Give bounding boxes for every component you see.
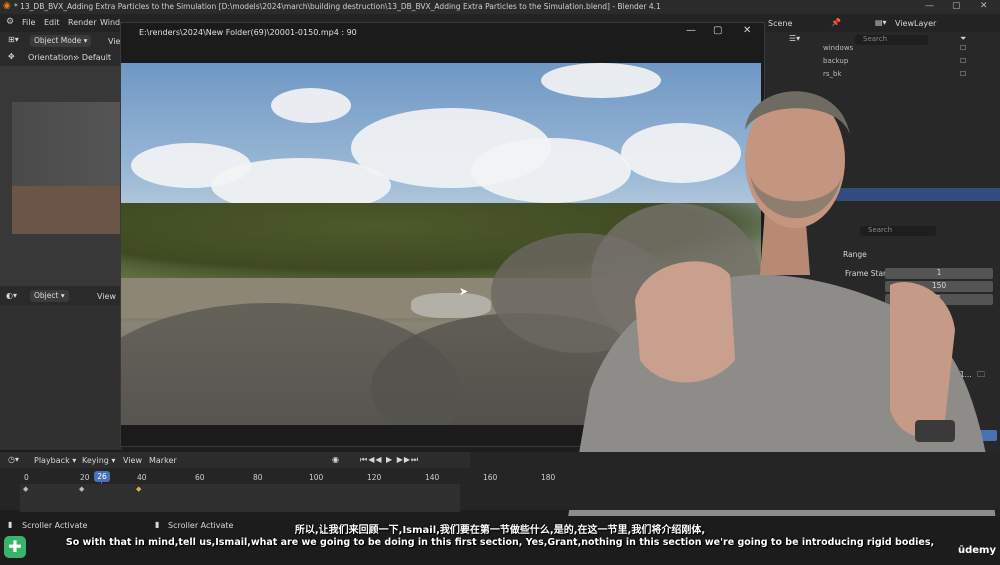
- viewlayer-icon[interactable]: ▤▾: [875, 18, 887, 27]
- cloud: [271, 88, 351, 123]
- player-title: E:\renders\2024\New Folder(69)\20001-015…: [139, 28, 357, 37]
- outliner-item-label: windows: [823, 44, 854, 52]
- tick-label: 120: [367, 473, 382, 482]
- tick-label: 140: [425, 473, 440, 482]
- lower-viewport-header: ◐▾ Object ▾ View: [0, 286, 122, 306]
- player-close-icon[interactable]: ✕: [743, 25, 751, 36]
- rubble-debris: [411, 293, 491, 318]
- player-maximize-icon[interactable]: ▢: [713, 25, 722, 36]
- timeline-header: ◷▾ Playback ▾ Keying ▾ View Marker ◉ ⏮◀◀…: [0, 452, 470, 468]
- keyframe-icon[interactable]: ◆: [23, 485, 28, 493]
- editor-type-icon-2[interactable]: ◐▾: [6, 291, 17, 300]
- tick-label: 40: [137, 473, 147, 482]
- viewport-plane: [12, 186, 122, 234]
- menu-file[interactable]: File: [22, 18, 35, 27]
- object-dropdown[interactable]: Object ▾: [30, 290, 69, 302]
- maximize-icon[interactable]: ▢: [952, 1, 961, 11]
- viewlayer-label: ViewLayer: [895, 19, 937, 28]
- subtitle-english: So with that in mind,tell us,Ismail,what…: [65, 537, 935, 548]
- tick-label: 160: [483, 473, 498, 482]
- playback-controls[interactable]: ⏮◀◀ ▶ ▶▶⏭: [360, 455, 419, 465]
- tick-label: 180: [541, 473, 556, 482]
- blender-menu-icon[interactable]: ⚙: [6, 17, 14, 27]
- view-menu-timeline[interactable]: View: [123, 456, 142, 465]
- menu-window[interactable]: Window: [100, 18, 120, 27]
- mouse-cursor-icon: ➤: [459, 285, 469, 298]
- object-label: Object: [34, 291, 59, 300]
- tick-label: 100: [309, 473, 324, 482]
- menu-edit[interactable]: Edit: [44, 18, 60, 27]
- tick-label: 0: [24, 473, 29, 482]
- scene-label: Scene: [768, 19, 793, 28]
- playback-label: Playback: [34, 456, 70, 465]
- tick-label: 60: [195, 473, 205, 482]
- orientation-label: Orientation:: [28, 53, 76, 62]
- checkbox-icon[interactable]: ☐: [960, 44, 966, 52]
- outliner-row[interactable]: windows ☐: [765, 44, 1000, 57]
- viewport-header: ⊞▾ Object Mode ▾ View ✥ Orientation: ⟡ D…: [0, 32, 127, 66]
- window-title: * 13_DB_BVX_Adding Extra Particles to th…: [14, 2, 661, 11]
- object-mode-dropdown[interactable]: Object Mode ▾: [30, 35, 92, 47]
- window-title-bar: ◉ * 13_DB_BVX_Adding Extra Particles to …: [0, 0, 1000, 14]
- editor-type-icon[interactable]: ⊞▾: [8, 35, 19, 44]
- current-frame-indicator[interactable]: 26: [94, 471, 110, 482]
- close-icon[interactable]: ✕: [980, 1, 988, 11]
- minimize-icon[interactable]: —: [925, 1, 934, 11]
- tick-label: 80: [253, 473, 263, 482]
- pin-icon[interactable]: 📌: [831, 18, 841, 27]
- outliner-type-icon[interactable]: ☰▾: [789, 34, 800, 43]
- scene-header: Scene 📌 ▤▾ ViewLayer: [765, 16, 1000, 32]
- object-mode-label: Object Mode: [34, 36, 82, 45]
- lower-viewport[interactable]: [0, 305, 122, 450]
- transform-icon: ✥: [8, 52, 15, 61]
- filter-icon[interactable]: ⏷: [960, 34, 966, 44]
- playback-menu[interactable]: Playback ▾: [34, 456, 76, 465]
- keyframe-track[interactable]: ◆ ◆ ◆: [20, 484, 460, 512]
- orientation-value: Default: [81, 53, 112, 62]
- keyframe-selected-icon[interactable]: ◆: [136, 485, 141, 493]
- tick-label: 20: [80, 473, 90, 482]
- subtitle-chinese: 所以,让我们来回顾一下,Ismail,我们要在第一节做些什么,是的,在这一节里,…: [294, 525, 706, 536]
- keying-menu[interactable]: Keying ▾: [82, 456, 115, 465]
- blender-logo-icon: ◉: [3, 1, 11, 11]
- orientation-dropdown[interactable]: ⟡ Default: [74, 53, 111, 63]
- menu-render[interactable]: Render: [68, 18, 96, 27]
- 3d-viewport[interactable]: [0, 66, 122, 286]
- keyframe-icon[interactable]: ◆: [79, 485, 84, 493]
- outliner-search-placeholder: Search: [863, 35, 888, 43]
- view-menu-2[interactable]: View: [97, 292, 116, 301]
- marker-menu[interactable]: Marker: [149, 456, 177, 465]
- keying-label: Keying: [82, 456, 109, 465]
- clock-icon[interactable]: ◷▾: [8, 455, 19, 464]
- player-minimize-icon[interactable]: —: [686, 25, 696, 36]
- record-icon[interactable]: ◉: [332, 455, 339, 464]
